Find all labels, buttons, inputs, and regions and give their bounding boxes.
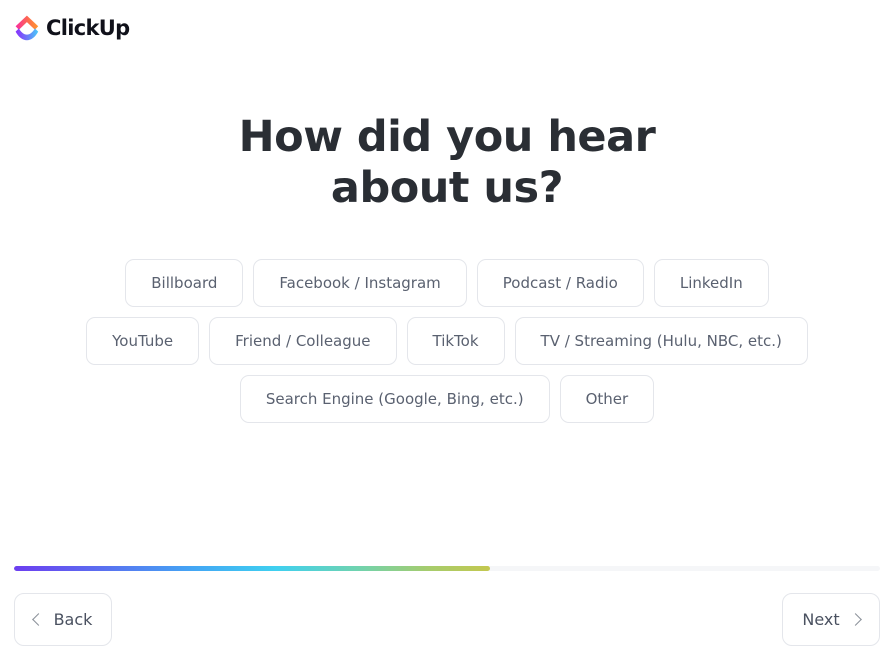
option-tv-streaming[interactable]: TV / Streaming (Hulu, NBC, etc.) — [514, 317, 808, 365]
option-search-engine[interactable]: Search Engine (Google, Bing, etc.) — [239, 375, 550, 423]
next-button[interactable]: Next — [782, 593, 880, 646]
chevron-right-icon — [848, 613, 862, 626]
option-tiktok[interactable]: TikTok — [406, 317, 505, 365]
option-facebook-instagram[interactable]: Facebook / Instagram — [253, 259, 467, 307]
page-title-line-2: about us? — [330, 163, 564, 213]
onboarding-page: ClickUp How did you hear about us? Billb… — [0, 0, 894, 659]
chevron-left-icon — [31, 613, 45, 626]
onboarding-progress-bar — [14, 566, 880, 571]
option-podcast-radio[interactable]: Podcast / Radio — [476, 259, 644, 307]
back-button-label: Back — [53, 610, 93, 629]
option-linkedin[interactable]: LinkedIn — [653, 259, 769, 307]
option-friend-colleague[interactable]: Friend / Colleague — [209, 317, 397, 365]
page-title-line-1: How did you hear — [238, 112, 656, 162]
option-list: Billboard Facebook / Instagram Podcast /… — [77, 259, 817, 423]
back-button[interactable]: Back — [14, 593, 112, 646]
option-billboard[interactable]: Billboard — [125, 259, 244, 307]
option-youtube[interactable]: YouTube — [86, 317, 200, 365]
page-title: How did you hear about us? — [167, 0, 727, 214]
option-other[interactable]: Other — [559, 375, 655, 423]
footer-nav: Back Next — [0, 593, 894, 659]
main-content: How did you hear about us? Billboard Fac… — [0, 0, 894, 560]
progress-fill — [14, 566, 491, 571]
next-button-label: Next — [802, 610, 840, 629]
